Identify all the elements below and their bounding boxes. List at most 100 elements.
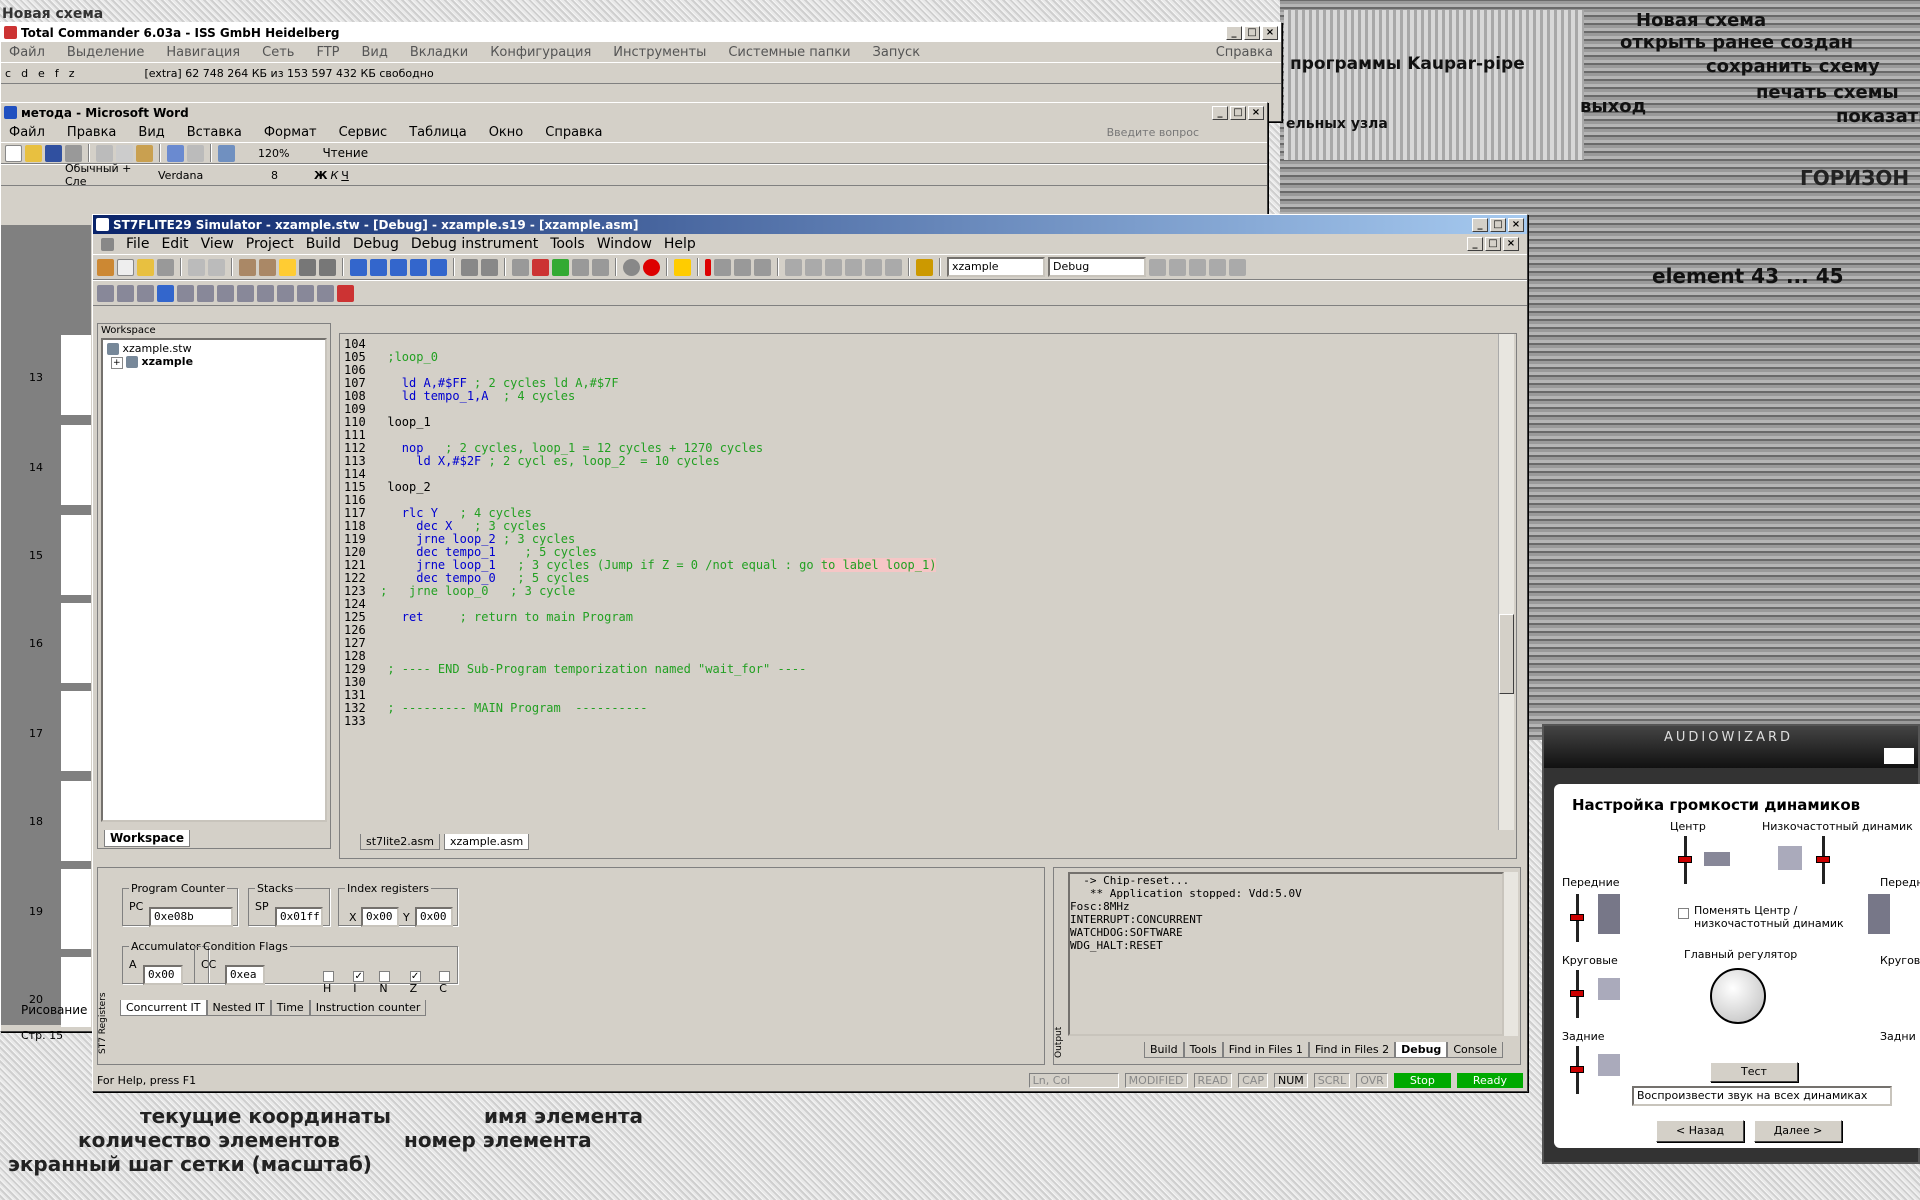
help-icon[interactable] <box>279 258 296 276</box>
view-icon[interactable] <box>177 284 194 302</box>
view-icon[interactable] <box>97 284 114 302</box>
tool-icon[interactable] <box>1169 258 1186 276</box>
window-icon[interactable] <box>350 258 367 276</box>
close-file-icon[interactable] <box>157 258 174 276</box>
tool-icon[interactable] <box>1149 258 1166 276</box>
flag-i[interactable]: ✓ I <box>353 969 367 995</box>
code-line[interactable]: 115 loop_2 <box>344 481 1494 494</box>
zoom-value[interactable]: 120% <box>258 147 289 160</box>
drive-c[interactable]: c <box>5 67 11 80</box>
x-value[interactable]: 0x00 <box>361 907 399 927</box>
editor-tab-xzample[interactable]: xzample.asm <box>444 834 530 850</box>
run-to-cursor-icon[interactable] <box>845 258 862 276</box>
view-icon[interactable] <box>137 284 154 302</box>
main-volume-knob[interactable] <box>1710 968 1766 1024</box>
drawing-toolbar[interactable]: Рисование <box>21 1003 87 1017</box>
braces-icon[interactable] <box>885 258 902 276</box>
maximize-icon[interactable]: □ <box>1490 217 1506 232</box>
step-into-icon[interactable] <box>785 258 802 276</box>
watch-icon[interactable] <box>592 258 609 276</box>
code-line[interactable]: 113 ld X,#$2F ; 2 cycl es, loop_2 = 10 c… <box>344 455 1494 468</box>
word-menu-insert[interactable]: Вставка <box>187 125 242 140</box>
word-menu-edit[interactable]: Правка <box>67 125 116 140</box>
word-help-box[interactable]: Введите вопрос <box>1107 126 1199 139</box>
save-icon[interactable] <box>188 258 205 276</box>
tc-menu-run[interactable]: Запуск <box>873 45 921 60</box>
restore-icon[interactable]: □ <box>1485 237 1501 251</box>
tc-menu-view[interactable]: Вид <box>361 45 387 60</box>
checkbox-icon[interactable] <box>439 970 451 982</box>
breakpoint-icon[interactable] <box>705 258 711 276</box>
st7-menu-file[interactable]: File <box>126 236 149 252</box>
tc-menu-config[interactable]: Конфигурация <box>490 45 591 60</box>
editor-vscrollbar[interactable] <box>1498 334 1514 830</box>
word-menu-table[interactable]: Таблица <box>409 125 467 140</box>
doc-menu-icon[interactable] <box>101 237 114 251</box>
undo-icon[interactable] <box>167 144 184 162</box>
tc-menu-sysfolders[interactable]: Системные папки <box>728 45 850 60</box>
print-icon[interactable] <box>65 144 82 162</box>
braces-icon[interactable] <box>865 258 882 276</box>
back-button[interactable]: < Назад <box>1656 1120 1744 1142</box>
step-out-icon[interactable] <box>825 258 842 276</box>
code-line[interactable]: 109 <box>344 403 1494 416</box>
window-icon[interactable] <box>410 258 427 276</box>
word-menu-file[interactable]: Файл <box>9 125 45 140</box>
italic-button[interactable]: К <box>330 169 338 182</box>
style-combo[interactable]: Обычный + Сле <box>65 162 155 188</box>
new-file-icon[interactable] <box>117 258 134 276</box>
tab-instruction-counter[interactable]: Instruction counter <box>309 1000 427 1016</box>
word-menu-window[interactable]: Окно <box>489 125 524 140</box>
code-line[interactable]: 127 <box>344 637 1494 650</box>
surround-left-slider[interactable] <box>1570 970 1584 1018</box>
code-line[interactable]: 123 ; jrne loop_0 ; 3 cycle <box>344 585 1494 598</box>
st7-menu-build[interactable]: Build <box>306 236 341 252</box>
paste-icon[interactable] <box>136 144 153 162</box>
close-icon[interactable]: × <box>1503 237 1519 251</box>
step-icon[interactable] <box>754 258 771 276</box>
view-icon[interactable] <box>297 284 314 302</box>
center-slider[interactable] <box>1678 836 1692 884</box>
word-menu-format[interactable]: Формат <box>264 125 317 140</box>
output-tab-find-in-files-1[interactable]: Find in Files 1 <box>1222 1042 1309 1058</box>
tree-item-project[interactable]: + xzample <box>105 355 323 369</box>
view-icon[interactable] <box>277 284 294 302</box>
r7-icon[interactable] <box>157 284 174 302</box>
st7-menu-debug-instrument[interactable]: Debug instrument <box>411 236 538 252</box>
step-over-icon[interactable] <box>805 258 822 276</box>
close-icon[interactable]: × <box>1508 217 1524 232</box>
tool-icon[interactable] <box>1209 258 1226 276</box>
code-line[interactable]: 125 ret ; return to main Program <box>344 611 1494 624</box>
register-icon[interactable] <box>572 258 589 276</box>
window-icon[interactable] <box>370 258 387 276</box>
minimize-icon[interactable]: _ <box>1467 237 1483 251</box>
tab-nested-it[interactable]: Nested IT <box>206 1000 271 1016</box>
st7-menu-help[interactable]: Help <box>664 236 696 252</box>
tc-menu-tools[interactable]: Инструменты <box>613 45 706 60</box>
print-icon[interactable] <box>208 258 225 276</box>
word-menu-help[interactable]: Справка <box>545 125 602 140</box>
stop-debug-icon[interactable] <box>643 258 660 276</box>
flag-n[interactable]: N <box>379 969 397 995</box>
code-editor[interactable]: 104 105 ;loop_0 106 107 ld A,#$FF ; 2 cyc… <box>344 338 1494 826</box>
swap-checkbox[interactable] <box>1678 908 1689 919</box>
close-icon[interactable]: × <box>1248 105 1264 120</box>
tab-time[interactable]: Time <box>270 1000 310 1016</box>
flag-h[interactable]: H <box>323 969 341 995</box>
view-icon[interactable] <box>117 284 134 302</box>
st7-menu-debug[interactable]: Debug <box>353 236 399 252</box>
cc-value[interactable]: 0xea <box>225 965 265 985</box>
build-icon[interactable] <box>239 258 256 276</box>
a-value[interactable]: 0x00 <box>143 965 183 985</box>
page-thumb[interactable] <box>61 781 91 861</box>
view-icon[interactable] <box>237 284 254 302</box>
save-icon[interactable] <box>45 144 62 162</box>
maximize-icon[interactable]: □ <box>1230 105 1246 120</box>
open-icon[interactable] <box>25 144 42 162</box>
tc-menu-select[interactable]: Выделение <box>67 45 144 60</box>
r7-icon[interactable] <box>337 284 354 302</box>
minimize-icon[interactable]: _ <box>1472 217 1488 232</box>
st7-menu-tools[interactable]: Tools <box>550 236 585 252</box>
next-button[interactable]: Далее > <box>1754 1120 1842 1142</box>
tree-item-workspace[interactable]: xzample.stw <box>105 342 323 355</box>
